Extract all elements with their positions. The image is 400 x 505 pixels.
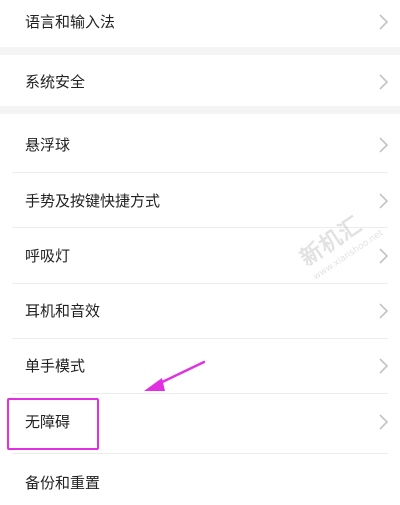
settings-item-label: 手势及按键快捷方式: [25, 192, 161, 210]
settings-item-breathing-light[interactable]: 呼吸灯: [0, 234, 400, 278]
settings-item-label: 悬浮球: [25, 136, 71, 154]
settings-item-language-input[interactable]: 语言和输入法: [0, 0, 400, 44]
settings-list: 语言和输入法 系统安全 悬浮球 手势及按键快捷方式 呼吸灯 耳机和音效 单手模式…: [0, 0, 400, 503]
settings-item-label: 系统安全: [25, 73, 86, 91]
section-gap: [0, 47, 400, 55]
settings-item-floating-ball[interactable]: 悬浮球: [0, 123, 400, 167]
chevron-right-icon: [378, 192, 390, 210]
divider: [12, 393, 388, 394]
chevron-right-icon: [378, 247, 390, 265]
settings-item-accessibility[interactable]: 无障碍: [0, 400, 400, 444]
settings-item-one-handed-mode[interactable]: 单手模式: [0, 344, 400, 388]
settings-item-label: 无障碍: [25, 413, 71, 431]
divider: [12, 172, 388, 173]
chevron-right-icon: [378, 73, 390, 91]
settings-item-headphones-audio[interactable]: 耳机和音效: [0, 289, 400, 333]
chevron-right-icon: [378, 136, 390, 154]
divider: [12, 227, 388, 228]
divider: [12, 283, 388, 284]
section-gap: [0, 106, 400, 114]
settings-item-label: 呼吸灯: [25, 247, 71, 265]
settings-item-backup-reset[interactable]: 备份和重置: [0, 461, 400, 505]
settings-item-system-security[interactable]: 系统安全: [0, 60, 400, 104]
settings-item-label: 备份和重置: [25, 474, 101, 492]
settings-item-label: 耳机和音效: [25, 302, 101, 320]
settings-item-label: 单手模式: [25, 357, 86, 375]
divider: [12, 453, 388, 454]
chevron-right-icon: [378, 413, 390, 431]
settings-item-label: 语言和输入法: [25, 13, 116, 31]
divider: [12, 338, 388, 339]
chevron-right-icon: [378, 357, 390, 375]
settings-item-gesture-shortcuts[interactable]: 手势及按键快捷方式: [0, 179, 400, 223]
chevron-right-icon: [378, 13, 390, 31]
chevron-right-icon: [378, 302, 390, 320]
